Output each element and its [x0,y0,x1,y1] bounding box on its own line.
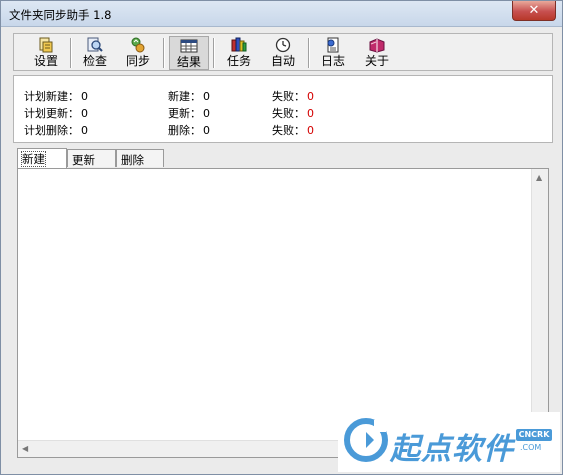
toolbar-separator [308,38,310,68]
toolbar-separator [213,38,215,68]
stat-fail-update: 失败： 0 [272,105,314,121]
about-icon [369,38,385,53]
app-window: 文件夹同步助手 1.8 ✕ 设置 检查 同步 结果 任务 自动 日志 关于 计划… [0,0,563,475]
sync-label: 同步 [125,54,150,68]
watermark-domain: .COM [520,443,542,452]
title-bar: 文件夹同步助手 1.8 ✕ [1,1,562,27]
log-button[interactable]: 日志 [313,36,353,70]
fail-label: 失败： [272,90,305,103]
delete-label: 删除： [168,124,201,137]
stat-update: 更新： 0 [168,105,210,121]
settings-button[interactable]: 设置 [26,36,66,70]
watermark-logo-icon [344,418,388,462]
close-icon: ✕ [528,3,540,18]
planned-new-value: 0 [81,90,88,103]
stats-panel: 计划新建： 0 计划更新： 0 计划删除： 0 新建： 0 更新： 0 删除： 0 失败： 0… [13,75,553,143]
watermark: 起点软件 CNCRK .COM [338,412,560,472]
sync-icon [131,37,145,53]
tasks-button[interactable]: 任务 [219,36,259,70]
update-value: 0 [203,107,210,120]
sync-button[interactable]: 同步 [118,36,158,70]
settings-label: 设置 [33,54,58,68]
stat-planned-update: 计划更新： 0 [24,105,88,121]
stat-new: 新建： 0 [168,88,210,104]
fail-label: 失败： [272,107,305,120]
stat-fail-delete: 失败： 0 [272,122,314,138]
stat-planned-new: 计划新建： 0 [24,88,88,104]
planned-update-value: 0 [81,107,88,120]
inspect-icon [87,37,103,52]
fail-new-value: 0 [307,90,314,103]
tasks-label: 任务 [226,54,251,68]
fail-delete-value: 0 [307,124,314,137]
planned-new-label: 计划新建： [24,90,79,103]
tab-delete[interactable]: 删除 [116,149,164,167]
planned-update-label: 计划更新： [24,107,79,120]
inspect-button[interactable]: 检查 [75,36,115,70]
tab-new[interactable]: 新建 [17,148,67,168]
about-button[interactable]: 关于 [357,36,397,70]
window-title: 文件夹同步助手 1.8 [9,8,112,22]
tab-new-label: 新建 [21,151,46,167]
tab-delete-label: 删除 [121,153,144,167]
watermark-text: 起点软件 [390,432,514,467]
close-button[interactable]: ✕ [512,1,556,21]
fail-label: 失败： [272,124,305,137]
settings-icon [39,37,53,53]
scroll-up-icon[interactable]: ▲ [536,173,542,182]
delete-value: 0 [203,124,210,137]
results-button[interactable]: 结果 [169,36,209,70]
auto-button[interactable]: 自动 [263,36,303,70]
about-label: 关于 [364,54,389,68]
tab-update-label: 更新 [72,153,95,167]
toolbar-separator [163,38,165,68]
results-label: 结果 [176,55,201,69]
toolbar: 设置 检查 同步 结果 任务 自动 日志 关于 [13,33,553,71]
stat-planned-delete: 计划删除： 0 [24,122,88,138]
inspect-label: 检查 [82,54,107,68]
scroll-left-icon[interactable]: ◀ [22,444,28,453]
stat-delete: 删除： 0 [168,122,210,138]
clock-icon [275,37,291,53]
log-label: 日志 [320,54,345,68]
watermark-badge: CNCRK [516,429,552,441]
update-label: 更新： [168,107,201,120]
results-icon [180,39,198,53]
planned-delete-label: 计划删除： [24,124,79,137]
auto-label: 自动 [270,54,295,68]
new-label: 新建： [168,90,201,103]
planned-delete-value: 0 [81,124,88,137]
fail-update-value: 0 [307,107,314,120]
stat-fail-new: 失败： 0 [272,88,314,104]
log-icon [327,37,339,53]
new-value: 0 [203,90,210,103]
tab-update[interactable]: 更新 [67,149,116,167]
toolbar-separator [70,38,72,68]
tasks-icon [231,37,247,52]
